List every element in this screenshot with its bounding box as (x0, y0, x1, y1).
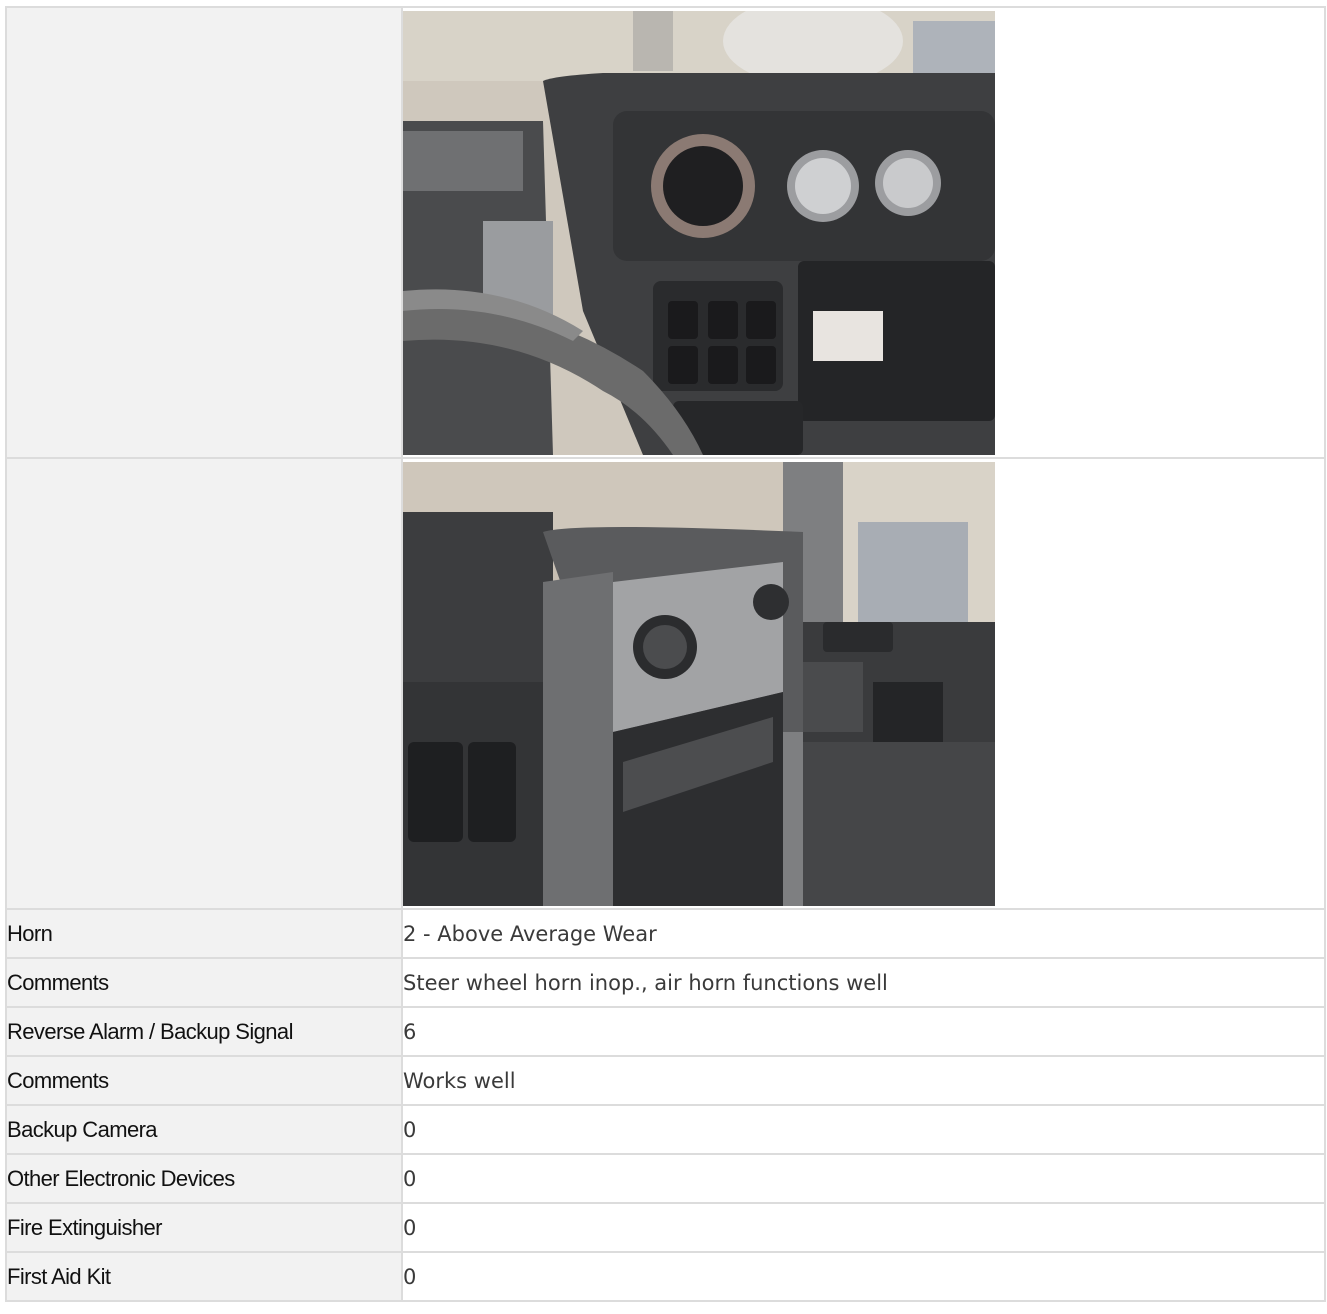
photo-label-cell (5, 6, 403, 459)
table-row: Comments Works well (5, 1055, 1326, 1106)
photo-row (5, 457, 1326, 910)
row-value: 0 (401, 1153, 1326, 1204)
row-value: 0 (401, 1251, 1326, 1302)
row-label: First Aid Kit (5, 1251, 403, 1302)
table-row: Reverse Alarm / Backup Signal 6 (5, 1006, 1326, 1057)
table-row: Comments Steer wheel horn inop., air hor… (5, 957, 1326, 1008)
row-value: 0 (401, 1202, 1326, 1253)
table-row: First Aid Kit 0 (5, 1251, 1326, 1302)
inspection-table: Horn 2 - Above Average Wear Comments Ste… (5, 6, 1326, 1302)
table-row: Other Electronic Devices 0 (5, 1153, 1326, 1204)
row-value: 2 - Above Average Wear (401, 908, 1326, 959)
row-label: Comments (5, 957, 403, 1008)
row-label: Horn (5, 908, 403, 959)
truck-dashboard-photo-icon[interactable] (403, 10, 995, 455)
row-label: Backup Camera (5, 1104, 403, 1155)
row-label: Comments (5, 1055, 403, 1106)
row-value: 0 (401, 1104, 1326, 1155)
photo-row (5, 6, 1326, 459)
truck-passenger-dash-photo-icon[interactable] (403, 461, 995, 906)
row-value: 6 (401, 1006, 1326, 1057)
table-row: Backup Camera 0 (5, 1104, 1326, 1155)
row-label: Reverse Alarm / Backup Signal (5, 1006, 403, 1057)
table-row: Fire Extinguisher 0 (5, 1202, 1326, 1253)
photo-cell (401, 6, 1326, 459)
table-row: Horn 2 - Above Average Wear (5, 908, 1326, 959)
row-label: Other Electronic Devices (5, 1153, 403, 1204)
photo-cell (401, 457, 1326, 910)
row-value: Works well (401, 1055, 1326, 1106)
photo-label-cell (5, 457, 403, 910)
row-value: Steer wheel horn inop., air horn functio… (401, 957, 1326, 1008)
row-label: Fire Extinguisher (5, 1202, 403, 1253)
